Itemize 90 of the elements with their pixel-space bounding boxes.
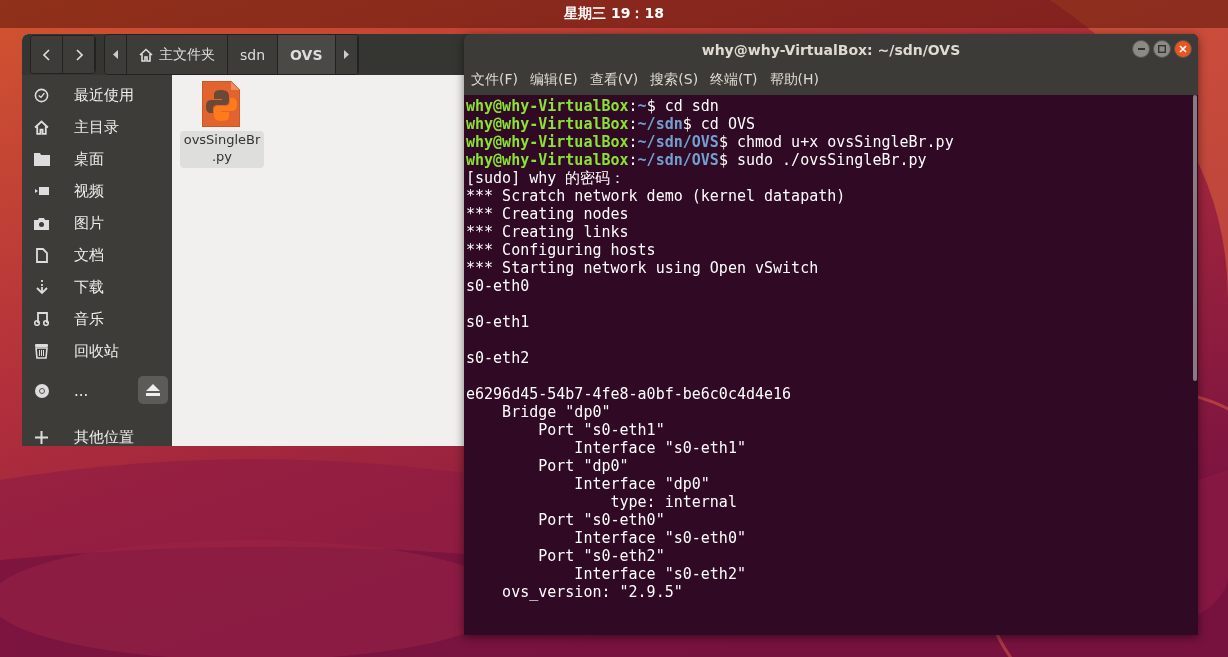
output-line: Port "s0-eth2" bbox=[537, 547, 666, 565]
output-line: *** Starting network using Open vSwitch bbox=[466, 259, 820, 277]
file-item[interactable]: ovsSingleBr .py bbox=[180, 81, 264, 168]
scroll-left-button[interactable] bbox=[105, 35, 127, 74]
menu-item[interactable]: 搜索(S) bbox=[650, 71, 699, 89]
scroll-right-button[interactable] bbox=[335, 35, 358, 74]
prompt-line: why@why-VirtualBox:~/sdn/OVS$ sudo ./ovsSingleBr.py bbox=[466, 151, 928, 169]
menu-item[interactable]: 终端(T) bbox=[710, 71, 758, 89]
output-line: *** Creating links bbox=[466, 223, 630, 241]
maximize-icon bbox=[1158, 45, 1166, 53]
close-button[interactable] bbox=[1174, 40, 1192, 58]
prompt-line: why@why-VirtualBox:~/sdn$ cd OVS bbox=[466, 115, 756, 133]
folder-icon bbox=[33, 152, 50, 166]
prompt-line: why@why-VirtualBox:~/sdn/OVS$ chmod u+x ovsSingleBr.py bbox=[466, 133, 955, 151]
clock-icon bbox=[34, 87, 49, 103]
menu-item[interactable]: 帮助(H) bbox=[769, 71, 820, 89]
prompt-line: why@why-VirtualBox:~$ cd sdn bbox=[466, 97, 720, 115]
sidebar-item[interactable]: 音乐 bbox=[22, 303, 172, 335]
output-line: *** Configuring hosts bbox=[466, 241, 657, 259]
output-line: Interface "dp0" bbox=[573, 475, 711, 493]
back-icon bbox=[42, 48, 51, 61]
sidebar-item[interactable]: 最近使用 bbox=[22, 79, 172, 111]
menu-item[interactable]: 编辑(E) bbox=[530, 71, 578, 89]
sidebar-label: 最近使用 bbox=[74, 85, 134, 105]
output-line: Port "s0-eth0" bbox=[537, 511, 666, 529]
file-name: ovsSingleBr .py bbox=[179, 131, 265, 168]
output-line: s0-eth1 bbox=[466, 313, 531, 331]
sidebar-label: ... bbox=[74, 382, 89, 400]
clock[interactable]: 星期三 19：18 bbox=[564, 5, 664, 23]
sidebar-label: 视频 bbox=[74, 181, 104, 201]
output-line: s0-eth0 bbox=[466, 277, 531, 295]
left-triangle-icon bbox=[113, 50, 118, 59]
sidebar-item[interactable]: 桌面 bbox=[22, 143, 172, 175]
output-line: Port "dp0" bbox=[537, 457, 630, 475]
sidebar-item[interactable]: ... bbox=[22, 367, 172, 415]
output-line: ovs_version: "2.9.5" bbox=[501, 583, 684, 601]
sidebar-label: 其他位置 bbox=[74, 427, 134, 446]
output-line: type: internal bbox=[609, 493, 738, 511]
sidebar-item[interactable]: 文档 bbox=[22, 239, 172, 271]
home-icon bbox=[139, 47, 153, 62]
sidebar-item[interactable]: 回收站 bbox=[22, 335, 172, 367]
sidebar-label: 桌面 bbox=[74, 149, 104, 169]
window-title: why@why-VirtualBox: ~/sdn/OVS bbox=[701, 41, 961, 58]
sidebar-item[interactable]: 视频 bbox=[22, 175, 172, 207]
breadcrumb[interactable]: 主文件夹 bbox=[127, 35, 228, 74]
right-triangle-icon bbox=[343, 50, 349, 59]
forward-icon bbox=[74, 48, 83, 61]
output-line: Bridge "dp0" bbox=[501, 403, 612, 421]
sidebar-label: 下载 bbox=[74, 277, 104, 297]
sidebar-label: 文档 bbox=[74, 245, 104, 265]
maximize-button[interactable] bbox=[1153, 40, 1171, 58]
output-line: *** Creating nodes bbox=[466, 205, 630, 223]
sidebar-item[interactable]: 其他位置 bbox=[22, 421, 172, 446]
output-line: Port "s0-eth1" bbox=[537, 421, 666, 439]
menu-item[interactable]: 查看(V) bbox=[589, 71, 639, 89]
breadcrumb[interactable]: sdn bbox=[228, 35, 279, 74]
sidebar-label: 回收站 bbox=[74, 341, 119, 361]
sidebar-item[interactable]: 下载 bbox=[22, 271, 172, 303]
sidebar-label: 主目录 bbox=[74, 117, 119, 137]
sidebar-label: 音乐 bbox=[74, 309, 104, 329]
breadcrumb[interactable]: OVS bbox=[278, 35, 336, 74]
plus-icon bbox=[35, 430, 48, 444]
back-button[interactable] bbox=[31, 36, 63, 73]
output-line: Interface "s0-eth2" bbox=[573, 565, 747, 583]
output-line: Interface "s0-eth0" bbox=[573, 529, 747, 547]
music-icon bbox=[34, 312, 49, 326]
trash-icon bbox=[34, 343, 49, 359]
output-line: [sudo] why 的密码： bbox=[466, 169, 627, 187]
video-icon bbox=[34, 186, 49, 196]
minimize-icon bbox=[1137, 48, 1145, 50]
forward-button[interactable] bbox=[63, 36, 95, 73]
eject-button[interactable] bbox=[138, 376, 168, 404]
menu-item[interactable]: 文件(F) bbox=[471, 71, 518, 89]
scrollbar[interactable] bbox=[1193, 95, 1197, 381]
home-icon bbox=[34, 119, 49, 135]
output-line: s0-eth2 bbox=[466, 349, 531, 367]
sidebar-item[interactable]: 图片 bbox=[22, 207, 172, 239]
output-line: *** Scratch network demo (kernel datapath) bbox=[466, 187, 847, 205]
camera-icon bbox=[34, 216, 49, 230]
close-icon bbox=[1179, 45, 1187, 53]
download-icon bbox=[34, 279, 49, 295]
sidebar-label: 图片 bbox=[74, 213, 104, 233]
output-line: Interface "s0-eth1" bbox=[573, 439, 747, 457]
sidebar-item[interactable]: 主目录 bbox=[22, 111, 172, 143]
disc-icon bbox=[34, 384, 49, 398]
eject-icon bbox=[146, 384, 160, 396]
minimize-button[interactable] bbox=[1132, 40, 1150, 58]
python-file-icon bbox=[202, 81, 240, 127]
output-line: e6296d45-54b7-4fe8-a0bf-be6c0c4d4e16 bbox=[466, 385, 793, 403]
document-icon bbox=[35, 247, 48, 263]
